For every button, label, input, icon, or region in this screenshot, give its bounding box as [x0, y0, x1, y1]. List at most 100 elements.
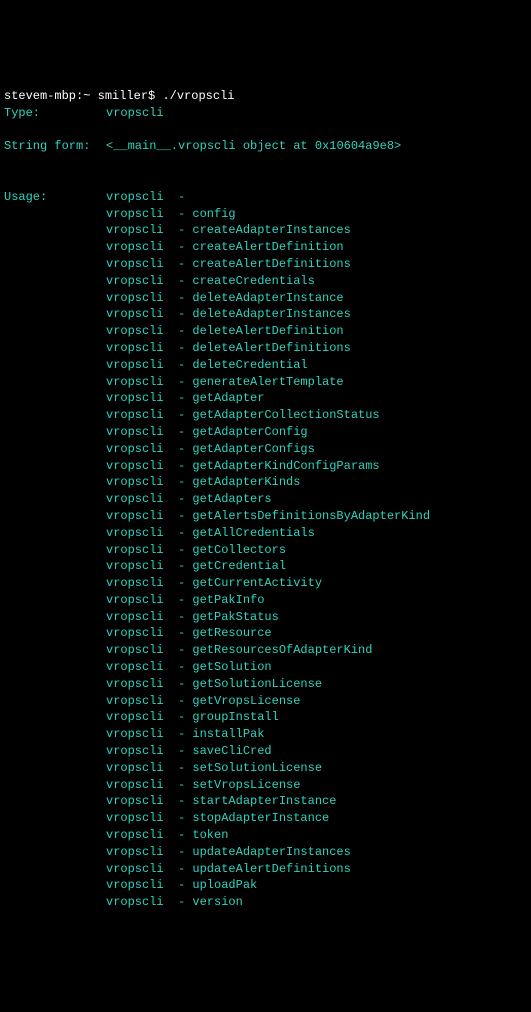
- usage-dash: -: [178, 794, 185, 808]
- stringform-label: String form:: [4, 138, 106, 155]
- usage-program: vropscli: [106, 290, 178, 307]
- usage-subcommand: getPakInfo: [192, 593, 264, 607]
- usage-line: vropscli- uploadPak: [106, 877, 430, 894]
- usage-program: vropscli: [106, 542, 178, 559]
- commands-list: vropscli-vropscli- configvropscli- creat…: [106, 189, 430, 911]
- usage-subcommand: updateAdapterInstances: [192, 845, 350, 859]
- usage-line: vropscli- deleteAdapterInstances: [106, 306, 430, 323]
- type-line: Type:vropscli: [4, 105, 527, 122]
- usage-line: vropscli- createAlertDefinition: [106, 239, 430, 256]
- usage-program: vropscli: [106, 340, 178, 357]
- usage-subcommand: setVropsLicense: [192, 778, 300, 792]
- usage-dash: -: [178, 811, 185, 825]
- usage-program: vropscli: [106, 861, 178, 878]
- usage-line: vropscli- groupInstall: [106, 709, 430, 726]
- usage-program: vropscli: [106, 642, 178, 659]
- usage-subcommand: deleteCredential: [192, 358, 307, 372]
- usage-subcommand: getPakStatus: [192, 610, 278, 624]
- usage-line: vropscli- deleteAdapterInstance: [106, 290, 430, 307]
- usage-program: vropscli: [106, 474, 178, 491]
- entered-command: ./vropscli: [162, 89, 234, 103]
- usage-line: vropscli- token: [106, 827, 430, 844]
- usage-program: vropscli: [106, 844, 178, 861]
- blank-line: [4, 173, 11, 187]
- usage-subcommand: createCredentials: [192, 274, 314, 288]
- usage-line: vropscli- installPak: [106, 726, 430, 743]
- usage-line: vropscli- getAdapterKinds: [106, 474, 430, 491]
- usage-dash: -: [178, 190, 185, 204]
- usage-subcommand: deleteAdapterInstances: [192, 307, 350, 321]
- usage-line: vropscli- createAdapterInstances: [106, 222, 430, 239]
- stringform-line: String form:<__main__.vropscli object at…: [4, 138, 527, 155]
- usage-subcommand: deleteAlertDefinition: [192, 324, 343, 338]
- usage-program: vropscli: [106, 693, 178, 710]
- usage-subcommand: getSolution: [192, 660, 271, 674]
- usage-program: vropscli: [106, 357, 178, 374]
- usage-program: vropscli: [106, 609, 178, 626]
- usage-dash: -: [178, 727, 185, 741]
- usage-line: vropscli- getAdapterConfig: [106, 424, 430, 441]
- usage-subcommand: getVropsLicense: [192, 694, 300, 708]
- usage-program: vropscli: [106, 676, 178, 693]
- usage-line: vropscli- config: [106, 206, 430, 223]
- usage-dash: -: [178, 845, 185, 859]
- usage-program: vropscli: [106, 189, 178, 206]
- usage-program: vropscli: [106, 894, 178, 911]
- usage-line: vropscli- setVropsLicense: [106, 777, 430, 794]
- usage-line: vropscli- saveCliCred: [106, 743, 430, 760]
- usage-program: vropscli: [106, 206, 178, 223]
- usage-program: vropscli: [106, 256, 178, 273]
- usage-line: vropscli- getResource: [106, 625, 430, 642]
- usage-subcommand: getAdapterKinds: [192, 475, 300, 489]
- usage-program: vropscli: [106, 323, 178, 340]
- usage-subcommand: config: [192, 207, 235, 221]
- usage-subcommand: startAdapterInstance: [192, 794, 336, 808]
- usage-program: vropscli: [106, 726, 178, 743]
- usage-subcommand: groupInstall: [192, 710, 278, 724]
- usage-subcommand: getResource: [192, 626, 271, 640]
- usage-line: vropscli- getCurrentActivity: [106, 575, 430, 592]
- usage-subcommand: deleteAdapterInstance: [192, 291, 343, 305]
- usage-line: vropscli- getAlertsDefinitionsByAdapterK…: [106, 508, 430, 525]
- usage-program: vropscli: [106, 491, 178, 508]
- usage-subcommand: saveCliCred: [192, 744, 271, 758]
- usage-dash: -: [178, 862, 185, 876]
- usage-subcommand: installPak: [192, 727, 264, 741]
- usage-line: vropscli- generateAlertTemplate: [106, 374, 430, 391]
- terminal-output: stevem-mbp:~ smiller$ ./vropscli Type:vr…: [4, 71, 527, 928]
- usage-line: vropscli- deleteAlertDefinitions: [106, 340, 430, 357]
- usage-subcommand: getCollectors: [192, 543, 286, 557]
- usage-subcommand: createAdapterInstances: [192, 223, 350, 237]
- usage-line: vropscli- getVropsLicense: [106, 693, 430, 710]
- usage-program: vropscli: [106, 441, 178, 458]
- usage-program: vropscli: [106, 222, 178, 239]
- usage-program: vropscli: [106, 575, 178, 592]
- usage-program: vropscli: [106, 625, 178, 642]
- type-value: vropscli: [106, 106, 164, 120]
- usage-program: vropscli: [106, 273, 178, 290]
- usage-dash: -: [178, 744, 185, 758]
- usage-dash: -: [178, 710, 185, 724]
- prompt-host: stevem-mbp: [4, 89, 76, 103]
- type-label: Type:: [4, 105, 106, 122]
- usage-dash: -: [178, 895, 185, 909]
- usage-subcommand: token: [192, 828, 228, 842]
- usage-line: vropscli- getAllCredentials: [106, 525, 430, 542]
- usage-line: vropscli- getCollectors: [106, 542, 430, 559]
- usage-line: vropscli-: [106, 189, 430, 206]
- usage-dash: -: [178, 778, 185, 792]
- usage-line: vropscli- updateAlertDefinitions: [106, 861, 430, 878]
- usage-program: vropscli: [106, 458, 178, 475]
- usage-subcommand: setSolutionLicense: [192, 761, 322, 775]
- usage-program: vropscli: [106, 877, 178, 894]
- usage-line: vropscli- setSolutionLicense: [106, 760, 430, 777]
- stringform-value: <__main__.vropscli object at 0x10604a9e8…: [106, 139, 401, 153]
- usage-subcommand: getAdapterConfig: [192, 425, 307, 439]
- usage-subcommand: getAdapterCollectionStatus: [192, 408, 379, 422]
- usage-subcommand: getResourcesOfAdapterKind: [192, 643, 372, 657]
- usage-line: vropscli- getAdapter: [106, 390, 430, 407]
- usage-line: vropscli- deleteCredential: [106, 357, 430, 374]
- usage-program: vropscli: [106, 810, 178, 827]
- usage-line: vropscli- getCredential: [106, 558, 430, 575]
- usage-program: vropscli: [106, 306, 178, 323]
